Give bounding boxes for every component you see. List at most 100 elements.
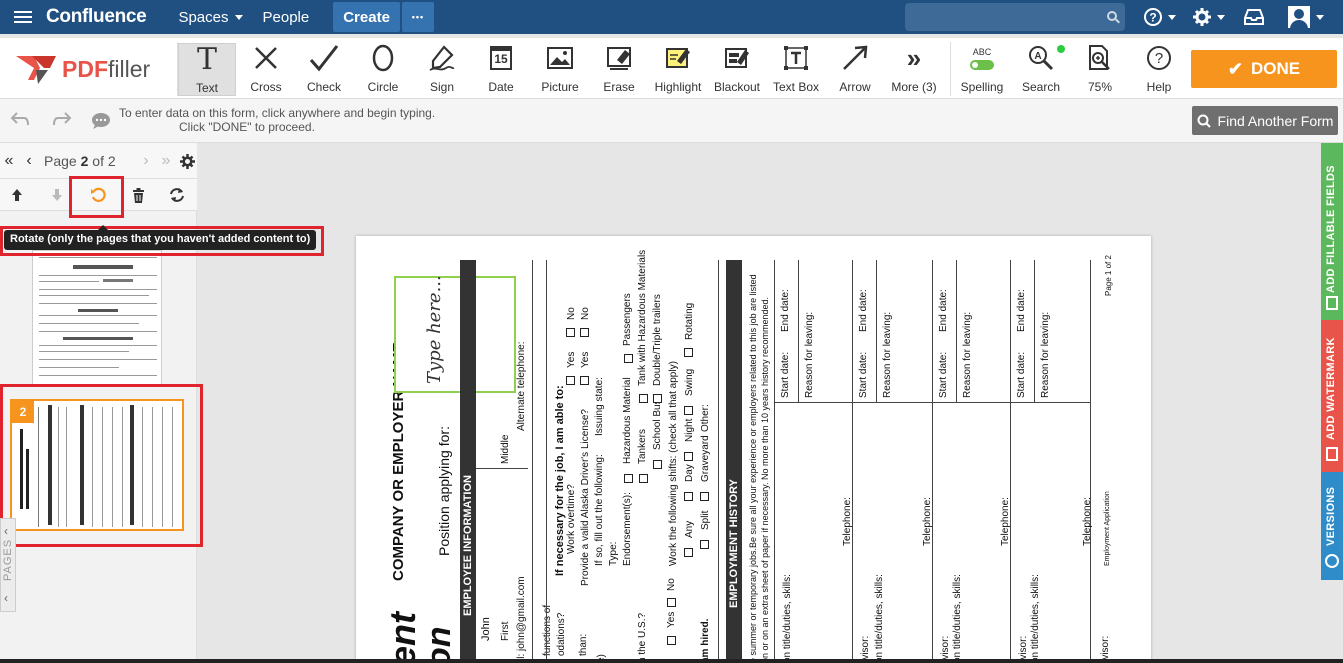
page-thumbnail-2[interactable]: 2 (10, 399, 184, 531)
versions-tab[interactable]: VERSIONS (1321, 472, 1343, 580)
job4-title-label: on title/duties, skills: (1030, 574, 1041, 663)
user-menu[interactable] (1288, 6, 1324, 28)
add-fillable-fields-tab[interactable]: ADD FILLABLE FIELDS (1321, 143, 1343, 320)
us-yes-checkbox[interactable] (667, 636, 676, 645)
help-menu[interactable]: ? (1144, 6, 1176, 28)
more-create-button[interactable]: ••• (401, 2, 434, 32)
refresh-pages-button[interactable] (166, 179, 188, 211)
text-tool[interactable]: T Text (178, 41, 236, 96)
job2-start-date-label: Start date: (858, 351, 869, 398)
date-tool[interactable]: 15 Date (472, 43, 530, 96)
in-us-text: n the U.S.? (637, 612, 648, 663)
us-no-checkbox[interactable] (667, 598, 676, 607)
first-name-caption: First (500, 621, 511, 641)
last-page-button[interactable]: » (157, 143, 175, 179)
menu-icon[interactable] (0, 0, 46, 34)
next-page-button[interactable]: › (137, 143, 155, 179)
shift-night-checkbox[interactable] (684, 452, 693, 461)
document-page[interactable]: ent on COMPANY OR EMPLOYER NAME Type her… (356, 236, 1151, 663)
job1-title-label: on title/duties, skills: (782, 574, 793, 663)
help-tool-label: Help (1146, 80, 1172, 94)
circle-tool[interactable]: Circle (354, 43, 412, 96)
license-no-label: No (580, 307, 591, 320)
more-tool[interactable]: » More (3) (885, 43, 943, 96)
settings-menu[interactable] (1193, 6, 1225, 28)
type-here-field[interactable]: Type here... (394, 275, 516, 393)
add-watermark-tab[interactable]: ADD WATERMARK (1321, 320, 1343, 472)
shift-any-checkbox[interactable] (684, 548, 693, 557)
hazmat-checkbox[interactable] (624, 474, 633, 483)
help-tool[interactable]: ? Help (1130, 43, 1188, 96)
picture-tool[interactable]: Picture (531, 43, 589, 96)
refresh-icon (170, 188, 184, 202)
erase-tool[interactable]: Erase (590, 43, 648, 96)
history-note-line-2: on or on an extra sheet of paper if nece… (760, 296, 770, 663)
blackout-tool[interactable]: Blackout (708, 43, 766, 96)
instruction-line-1: To enter data on this form, click anywhe… (119, 106, 436, 120)
create-label: Create (343, 8, 390, 26)
license-yes-checkbox[interactable] (580, 376, 589, 385)
license-yes-label: Yes (580, 351, 591, 368)
shift-split-checkbox[interactable] (700, 540, 709, 549)
circle-tool-label: Circle (367, 80, 399, 94)
school-bus-checkbox[interactable] (653, 460, 662, 469)
shift-rotating-checkbox[interactable] (684, 348, 693, 357)
check-tool[interactable]: Check (295, 43, 353, 96)
create-button[interactable]: Create (333, 2, 400, 32)
overtime-no-checkbox[interactable] (566, 328, 575, 337)
type-here-placeholder: Type here... (424, 275, 445, 384)
move-page-up-button[interactable] (6, 179, 28, 211)
done-button[interactable]: ✔ DONE (1191, 50, 1337, 88)
search-tool[interactable]: A Search (1012, 43, 1070, 96)
zoom-tool[interactable]: 75% (1071, 43, 1129, 96)
tank-hazmat-checkbox[interactable] (639, 394, 648, 403)
instruction-text: To enter data on this form, click anywhe… (119, 106, 435, 134)
middle-name-caption: Middle (500, 434, 511, 464)
people-link[interactable]: People (253, 0, 320, 34)
confluence-logo[interactable]: Confluence (46, 6, 147, 28)
undo-icon (10, 112, 29, 126)
spaces-menu[interactable]: Spaces (168, 0, 252, 34)
shift-swing-checkbox[interactable] (684, 406, 693, 415)
shift-day-checkbox[interactable] (684, 492, 693, 501)
highlight-tool[interactable]: Highlight (649, 43, 707, 96)
double-triple-checkbox[interactable] (653, 394, 662, 403)
page-thumbnail-1[interactable] (32, 250, 162, 385)
notifications-button[interactable] (1244, 6, 1264, 28)
arrow-icon (826, 43, 884, 73)
delete-page-button[interactable] (127, 179, 149, 211)
undo-button[interactable] (10, 111, 30, 132)
redo-button[interactable] (52, 111, 72, 132)
text-icon: T (196, 41, 217, 77)
shift-day-label: Day (684, 464, 695, 482)
prev-page-button[interactable]: ‹ (20, 143, 38, 179)
find-another-form-button[interactable]: Find Another Form (1192, 106, 1338, 135)
move-page-down-button[interactable] (46, 179, 68, 211)
license-no-checkbox[interactable] (580, 328, 589, 337)
page-settings-button[interactable] (177, 143, 197, 179)
pages-tab[interactable]: ‹ PAGES ‹ (0, 518, 16, 612)
arrow-tool[interactable]: Arrow (826, 43, 884, 96)
job1-telephone-label: Telephone: (842, 497, 853, 546)
spelling-tool[interactable]: ABC Spelling (953, 43, 1011, 96)
textbox-tool[interactable]: Text Box (767, 43, 825, 96)
pdffiller-logo-text: PDFfiller (62, 55, 151, 82)
alt-phone-label: Alternate telephone: (516, 341, 527, 431)
page-navigator: « ‹ Page 2 of 2 › » (0, 143, 197, 179)
job1-start-date-label: Start date: (780, 351, 791, 398)
overtime-yes-checkbox[interactable] (566, 376, 575, 385)
double-chevron-right-icon: » (161, 152, 171, 169)
passengers-checkbox[interactable] (624, 354, 633, 363)
double-chevron-left-icon: « (4, 152, 14, 169)
blackout-icon (708, 43, 766, 73)
tankers-checkbox[interactable] (639, 474, 648, 483)
cross-tool[interactable]: Cross (237, 43, 295, 96)
sign-tool[interactable]: Sign (413, 43, 471, 96)
first-page-button[interactable]: « (0, 143, 18, 179)
search-icon (1197, 114, 1211, 128)
shift-graveyard-checkbox[interactable] (700, 492, 709, 501)
double-triple-label: Double/Triple trailers (652, 294, 663, 386)
search-icon (1107, 11, 1117, 21)
email-value: il: john@gmail.com (516, 576, 527, 661)
search-input[interactable] (905, 3, 1125, 31)
